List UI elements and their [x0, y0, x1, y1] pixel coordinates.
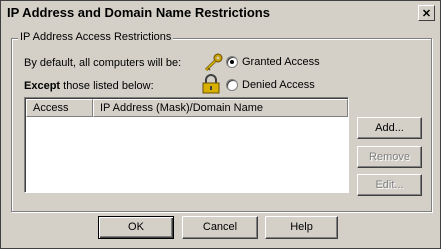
- close-icon: ✕: [421, 7, 432, 20]
- close-button[interactable]: ✕: [418, 5, 435, 21]
- denied-access-label[interactable]: Denied Access: [242, 79, 315, 91]
- ok-button[interactable]: OK: [98, 216, 174, 239]
- add-button[interactable]: Add...: [357, 117, 422, 139]
- title-bar[interactable]: IP Address and Domain Name Restrictions …: [3, 3, 438, 22]
- except-bold: Except: [24, 80, 61, 92]
- key-icon: [204, 53, 223, 72]
- column-header-ip-domain[interactable]: IP Address (Mask)/Domain Name: [93, 99, 348, 117]
- group-label: IP Address Access Restrictions: [18, 31, 174, 43]
- except-label: Except those listed below:: [24, 80, 154, 92]
- remove-button[interactable]: Remove: [357, 146, 422, 168]
- default-access-label: By default, all computers will be:: [24, 57, 182, 69]
- cancel-button[interactable]: Cancel: [182, 216, 258, 239]
- access-list[interactable]: Access IP Address (Mask)/Domain Name: [24, 97, 349, 193]
- padlock-icon: [202, 74, 220, 94]
- column-header-access[interactable]: Access: [26, 99, 93, 117]
- denied-access-radio[interactable]: [226, 79, 238, 91]
- granted-access-label[interactable]: Granted Access: [242, 56, 320, 68]
- edit-button[interactable]: Edit...: [357, 174, 422, 196]
- except-rest: those listed below:: [60, 80, 154, 92]
- granted-access-radio[interactable]: [226, 56, 238, 68]
- help-button[interactable]: Help: [265, 216, 338, 239]
- window-title: IP Address and Domain Name Restrictions: [7, 5, 270, 20]
